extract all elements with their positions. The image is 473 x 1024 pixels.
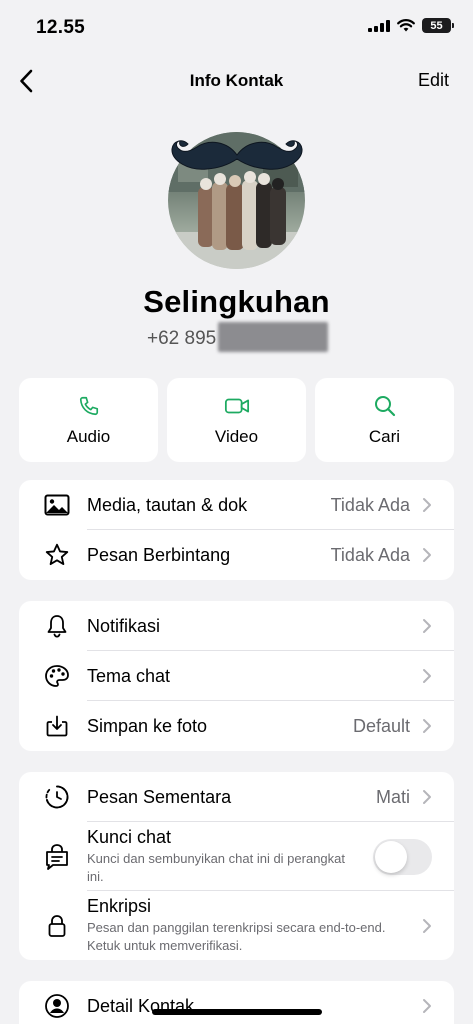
lock-icon [43,912,71,940]
row-label: Notifikasi [87,615,161,636]
status-time: 12.55 [36,17,86,38]
audio-call-button[interactable]: Audio [19,378,158,462]
chat-theme-row[interactable]: Tema chat [19,651,454,701]
image-icon [43,491,71,519]
battery-icon: 55 [422,18,454,33]
row-value: Tidak Ada [330,544,410,565]
palette-icon [43,662,71,690]
row-label: Tema chat [87,665,171,686]
contact-name: Selingkuhan [143,284,330,319]
edit-button[interactable]: Edit [418,70,449,91]
chevron-right-icon [423,719,431,733]
chevron-right-icon [423,999,431,1013]
chevron-right-icon [423,790,431,804]
media-links-docs-row[interactable]: Media, tautan & dok Tidak Ada [19,480,454,530]
bell-icon [43,612,71,640]
star-icon [43,541,71,569]
row-label: Kunci chat [87,827,172,847]
mustache-sticker [171,140,303,170]
action-label: Video [214,427,259,446]
chat-lock-icon [43,843,71,871]
person-circle-icon [43,992,71,1020]
row-description: Pesan dan panggilan terenkripsi secara e… [87,920,386,953]
status-bar: 12.55 55 [0,0,473,56]
timer-icon [43,783,71,811]
action-label: Audio [66,427,111,446]
notifications-row[interactable]: Notifikasi [19,601,454,651]
home-indicator[interactable] [152,1009,322,1015]
save-to-photos-row[interactable]: Simpan ke foto Default [19,701,454,751]
chevron-right-icon [423,548,431,562]
chevron-right-icon [423,498,431,512]
video-call-button[interactable]: Video [167,378,306,462]
chat-lock-toggle[interactable] [373,838,432,875]
phone-redaction [218,322,328,352]
video-icon [224,393,250,419]
search-icon [372,393,398,419]
row-value: Default [352,715,410,736]
media-section: Media, tautan & dok Tidak Ada Pesan Berb… [19,480,454,580]
chevron-right-icon [423,669,431,683]
chevron-right-icon [423,619,431,633]
page-title: Info Kontak [189,71,284,90]
encryption-row[interactable]: Enkripsi Pesan dan panggilan terenkripsi… [19,891,454,960]
phone-icon [76,393,102,419]
cellular-signal-icon [368,19,390,32]
quick-actions: Audio Video Cari [19,378,454,462]
row-label: Pesan Sementara [87,786,232,807]
disappearing-messages-row[interactable]: Pesan Sementara Mati [19,772,454,822]
nav-bar: Info Kontak Edit [0,62,473,102]
contact-phone: +62 895 [147,328,217,349]
chat-lock-row: Kunci chat Kunci dan sembunyikan chat in… [19,822,454,891]
contact-details-row[interactable]: Detail Kontak [19,981,454,1024]
privacy-section: Pesan Sementara Mati Kunci chat Kunci da… [19,772,454,960]
chevron-right-icon [423,918,431,933]
toggle-knob [375,840,407,873]
download-icon [43,712,71,740]
action-label: Cari [368,427,401,446]
wifi-icon [397,19,415,32]
search-button[interactable]: Cari [315,378,454,462]
contact-details-section: Detail Kontak [19,981,454,1024]
row-value: Mati [375,786,410,807]
row-label: Enkripsi [87,896,152,916]
preferences-section: Notifikasi Tema chat Simpan ke foto Defa… [19,601,454,751]
row-value: Tidak Ada [330,494,410,515]
row-description: Kunci dan sembunyikan chat ini di perang… [87,851,345,884]
status-icons: 55 [368,18,454,33]
starred-messages-row[interactable]: Pesan Berbintang Tidak Ada [19,530,454,580]
